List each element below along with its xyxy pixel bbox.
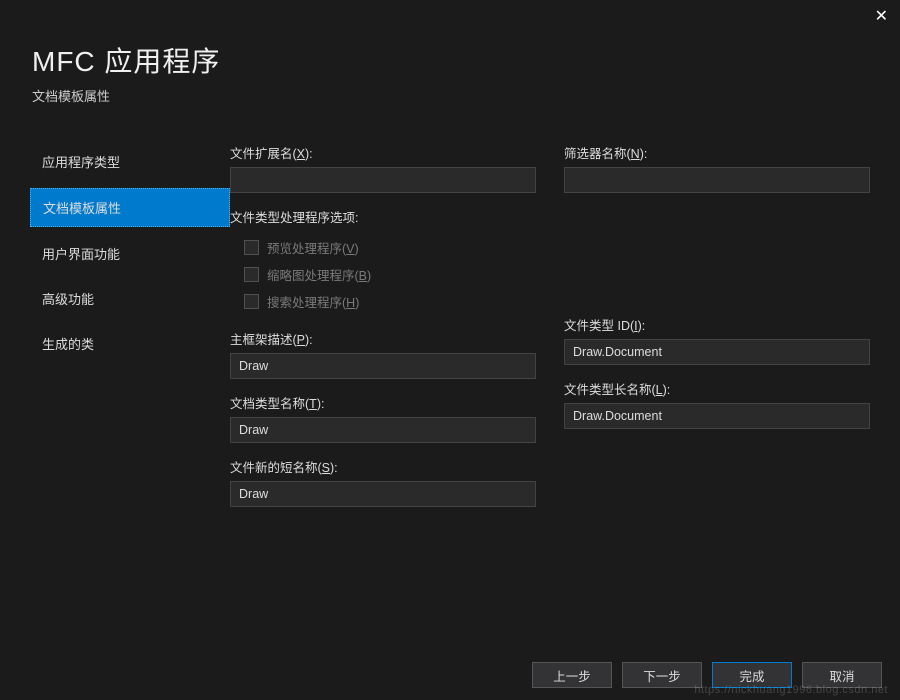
wizard-subtitle: 文档模板属性 [32,86,900,105]
doctype-name-label: 文档类型名称(T): [230,393,536,412]
sidebar-item-app-type[interactable]: 应用程序类型 [30,143,230,180]
wizard-title: MFC 应用程序 [32,40,900,80]
file-ext-label: 文件扩展名(X): [230,143,536,162]
filetype-id-label: 文件类型 ID(I): [564,315,870,334]
thumbnail-handler-label: 缩略图处理程序(B) [267,265,371,284]
wizard-sidebar: 应用程序类型 文档模板属性 用户界面功能 高级功能 生成的类 [30,143,230,521]
checkbox-box [244,240,259,255]
wizard-header: MFC 应用程序 文档模板属性 [0,0,900,111]
filetype-longname-input[interactable] [564,403,870,429]
preview-handler-checkbox: 预览处理程序(V) [230,234,536,261]
filter-name-input[interactable] [564,167,870,193]
file-ext-input[interactable] [230,167,536,193]
wizard-footer: 上一步 下一步 完成 取消 [0,650,900,700]
preview-handler-label: 预览处理程序(V) [267,238,359,257]
next-button[interactable]: 下一步 [622,662,702,688]
file-new-shortname-input[interactable] [230,481,536,507]
filetype-longname-label: 文件类型长名称(L): [564,379,870,398]
sidebar-item-doc-template[interactable]: 文档模板属性 [30,188,230,227]
sidebar-item-ui-features[interactable]: 用户界面功能 [30,235,230,272]
cancel-button[interactable]: 取消 [802,662,882,688]
mainframe-caption-label: 主框架描述(P): [230,329,536,348]
thumbnail-handler-checkbox: 缩略图处理程序(B) [230,261,536,288]
filter-name-label: 筛选器名称(N): [564,143,870,162]
wizard-form: 文件扩展名(X): 文件类型处理程序选项: 预览处理程序(V) 缩略图处理程序(… [230,143,870,521]
doctype-name-input[interactable] [230,417,536,443]
finish-button[interactable]: 完成 [712,662,792,688]
close-icon[interactable]: ✕ [875,6,888,26]
back-button[interactable]: 上一步 [532,662,612,688]
checkbox-box [244,267,259,282]
filetype-id-input[interactable] [564,339,870,365]
file-new-shortname-label: 文件新的短名称(S): [230,457,536,476]
sidebar-item-generated-classes[interactable]: 生成的类 [30,325,230,362]
checkbox-box [244,294,259,309]
search-handler-checkbox: 搜索处理程序(H) [230,288,536,315]
mainframe-caption-input[interactable] [230,353,536,379]
sidebar-item-advanced[interactable]: 高级功能 [30,280,230,317]
handler-group-title: 文件类型处理程序选项: [230,207,536,226]
search-handler-label: 搜索处理程序(H) [267,292,359,311]
